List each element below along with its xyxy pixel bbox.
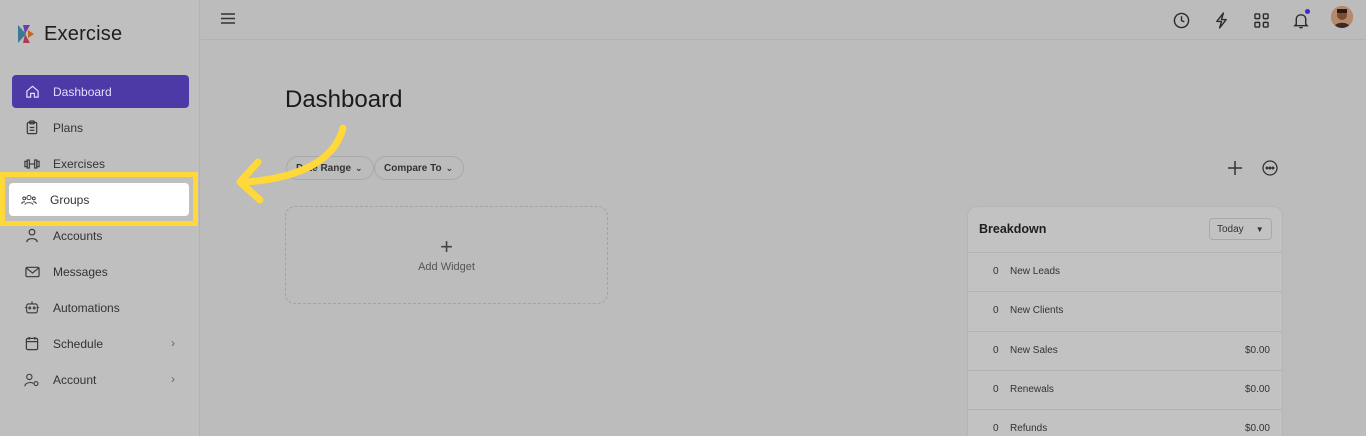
avatar[interactable] <box>1331 6 1353 28</box>
breakdown-card: Breakdown Today ▼ 0 New Leads 0 New Clie… <box>967 206 1283 436</box>
chevron-right-icon: › <box>171 336 175 350</box>
logo-icon <box>18 25 34 43</box>
compare-to-filter[interactable]: Compare To ⌄ <box>374 156 465 180</box>
row-label: New Leads <box>1010 266 1061 277</box>
bell-icon[interactable] <box>1290 9 1312 31</box>
add-widget-label: Add Widget <box>418 261 475 273</box>
row-value: $0.00 <box>1244 345 1270 356</box>
hamburger-menu-icon[interactable] <box>221 12 235 26</box>
calendar-icon <box>24 336 40 352</box>
brand[interactable]: Exercise <box>14 22 122 46</box>
sidebar-item-label: Automations <box>53 300 120 315</box>
row-count: 0 <box>993 305 999 316</box>
robot-icon <box>24 300 40 316</box>
caret-down-icon: ▼ <box>1255 224 1264 234</box>
sidebar-item-account[interactable]: Account › <box>12 363 189 396</box>
sidebar-item-dashboard[interactable]: Dashboard <box>12 75 189 108</box>
sidebar-item-label: Accounts <box>53 228 103 243</box>
user-gear-icon <box>24 372 40 388</box>
breakdown-row: 0 Refunds $0.00 <box>968 409 1282 436</box>
more-options-icon[interactable] <box>1260 158 1280 178</box>
page-title: Dashboard <box>285 86 403 113</box>
sidebar: Exercise Dashboard Plans Exercises Group… <box>0 0 200 436</box>
clock-icon[interactable] <box>1170 9 1192 31</box>
groups-highlight-box <box>0 172 198 226</box>
app-root: Exercise Dashboard Plans Exercises Group… <box>0 0 1366 436</box>
breakdown-row: 0 New Leads <box>968 252 1282 291</box>
plus-icon: + <box>440 234 453 259</box>
breakdown-row: 0 New Sales $0.00 <box>968 331 1282 370</box>
sidebar-item-plans[interactable]: Plans <box>12 111 189 144</box>
breakdown-title: Breakdown <box>979 222 1047 236</box>
home-icon <box>24 84 40 100</box>
mail-icon <box>24 264 40 280</box>
notification-dot <box>1305 9 1310 14</box>
lightning-icon[interactable] <box>1210 9 1232 31</box>
apps-grid-icon[interactable] <box>1250 9 1272 31</box>
row-value: $0.00 <box>1244 423 1270 434</box>
period-select[interactable]: Today ▼ <box>1209 218 1272 240</box>
row-count: 0 <box>993 345 999 356</box>
user-icon <box>24 228 40 244</box>
chevron-down-icon: ⌄ <box>445 162 454 173</box>
sidebar-item-label: Dashboard <box>53 84 112 99</box>
annotation-arrow <box>236 124 347 204</box>
row-label: Renewals <box>1010 384 1054 395</box>
clipboard-icon <box>24 120 40 136</box>
sidebar-item-label: Messages <box>53 264 108 279</box>
row-label: Refunds <box>1010 423 1048 434</box>
brand-name: Exercise <box>44 22 123 45</box>
sidebar-item-label: Account <box>53 372 97 387</box>
row-count: 0 <box>993 423 999 434</box>
add-icon[interactable] <box>1225 158 1245 178</box>
row-count: 0 <box>993 384 999 395</box>
row-label: New Sales <box>1010 345 1058 356</box>
row-value: $0.00 <box>1244 384 1270 395</box>
compare-to-label: Compare To <box>384 162 442 174</box>
dumbbell-icon <box>24 156 40 172</box>
period-value: Today <box>1217 223 1244 235</box>
sidebar-item-label: Plans <box>53 120 84 135</box>
row-label: New Clients <box>1010 305 1064 316</box>
row-count: 0 <box>993 266 999 277</box>
sidebar-item-schedule[interactable]: Schedule › <box>12 327 189 360</box>
sidebar-item-automations[interactable]: Automations <box>12 291 189 324</box>
add-widget-button[interactable]: + Add Widget <box>285 206 608 304</box>
breakdown-row: 0 New Clients <box>968 291 1282 330</box>
breakdown-row: 0 Renewals $0.00 <box>968 370 1282 409</box>
sidebar-item-messages[interactable]: Messages <box>12 255 189 288</box>
sidebar-item-label: Exercises <box>53 156 106 171</box>
chevron-right-icon: › <box>171 372 175 386</box>
sidebar-item-label: Schedule <box>53 336 104 351</box>
